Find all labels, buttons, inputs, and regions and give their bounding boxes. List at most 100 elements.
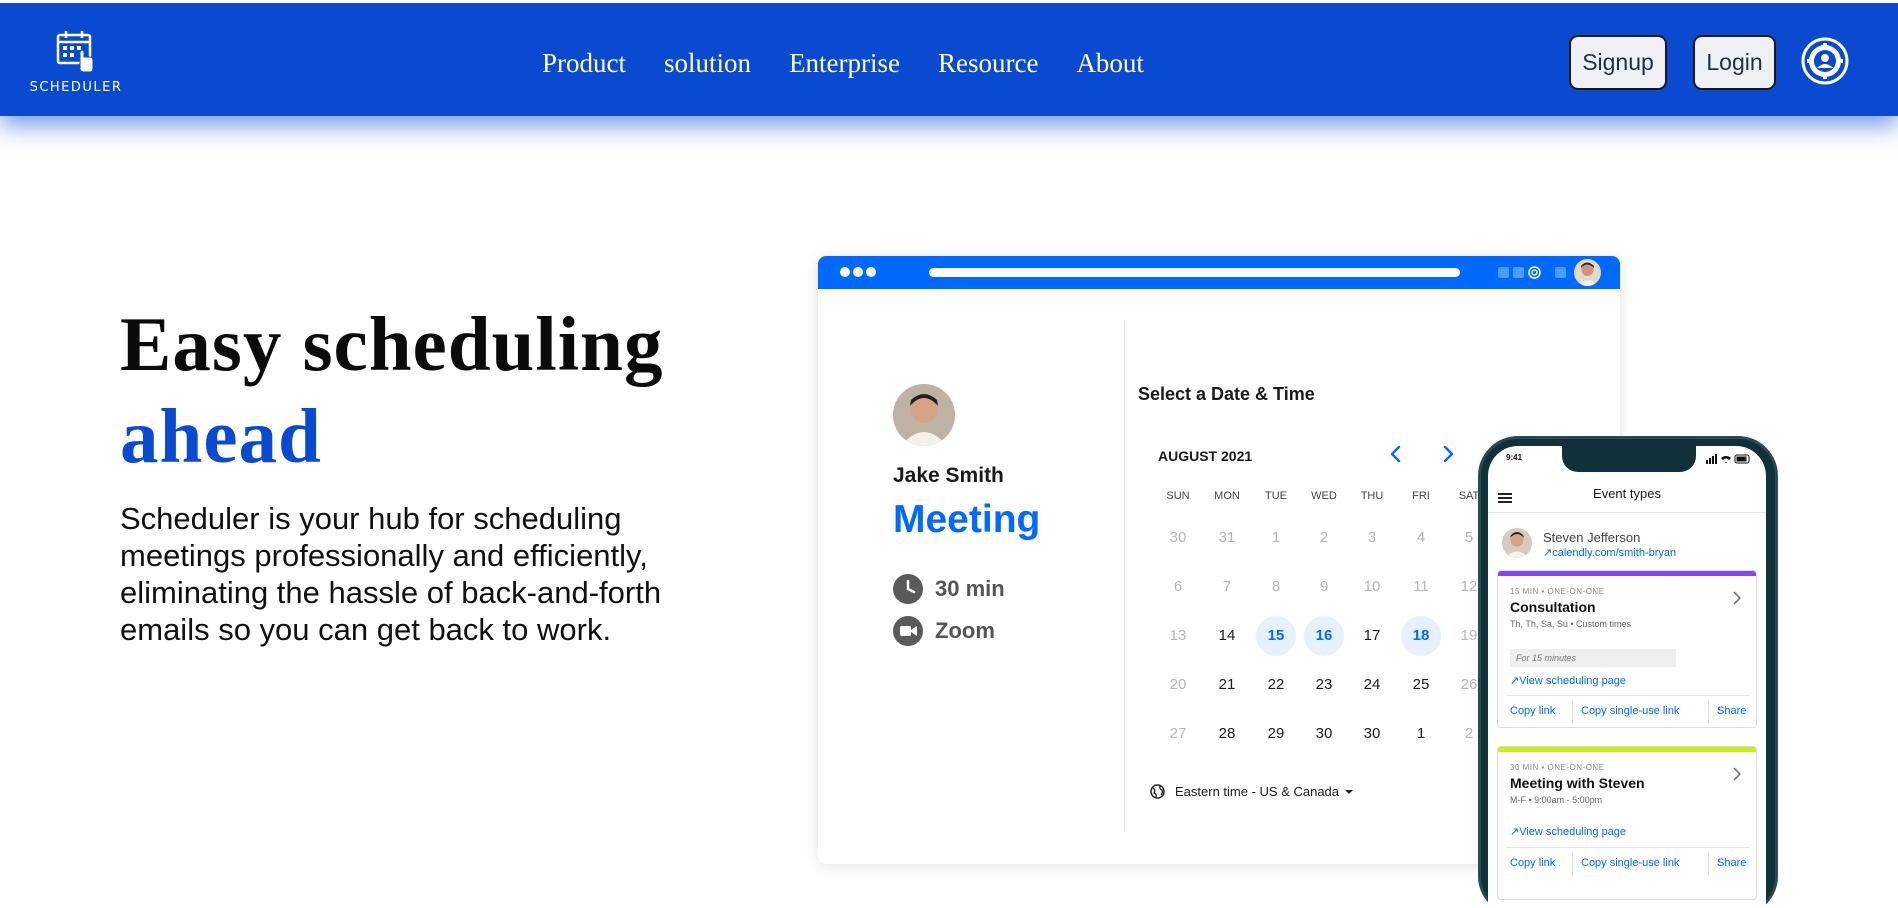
calendar-day: 31 [1218,529,1236,546]
calendar-day: 17 [1363,627,1381,644]
chevron-right-icon[interactable] [1730,589,1744,607]
card-subtitle: Th, Th, Sa, Su • Custom times [1510,619,1632,629]
copy-link-button[interactable]: Copy link [1510,705,1555,717]
duration-row: 30 min [893,574,1005,604]
event-type-card[interactable]: 15 MIN • ONE-ON-ONE Consultation Th, Th,… [1497,570,1757,728]
browser-toolbar [818,256,1620,289]
globe-icon [1150,784,1165,799]
calendar-day: 13 [1169,627,1187,644]
window-dot [853,267,863,277]
location-text: Zoom [935,618,995,643]
login-button[interactable]: Login [1693,35,1776,90]
nav-links: Product solution Enterprise Resource Abo… [542,43,1182,83]
month-label: AUGUST 2021 [1158,448,1253,464]
calendar-day: 20 [1169,676,1187,693]
hero-title-accent: ahead [120,393,322,479]
event-name: Meeting [893,498,1041,541]
calendar-day: 25 [1412,676,1430,693]
status-bar-icons [1706,454,1750,464]
view-scheduling-page-link[interactable]: ↗View scheduling page [1510,825,1626,838]
window-dot [866,267,876,277]
card-color-bar [1498,747,1756,752]
divider [1488,512,1766,513]
user-link[interactable]: ↗calendly.com/smith-bryan [1543,546,1676,559]
calendly-logo-icon [1528,266,1541,279]
timezone-selector[interactable]: Eastern time - US & Canada [1150,784,1354,799]
divider [1572,853,1573,875]
divider [1708,853,1709,875]
chevron-left-icon[interactable] [1384,442,1408,466]
event-type-card[interactable]: 30 MIN • ONE-ON-ONE Meeting with Steven … [1497,746,1757,900]
phone-notch [1562,446,1696,472]
card-kicker: 30 MIN • ONE-ON-ONE [1510,763,1605,772]
view-scheduling-page-link[interactable]: ↗View scheduling page [1510,674,1626,687]
calendar-day: 2 [1319,529,1329,546]
host-avatar [893,384,955,446]
calendar-day: 28 [1218,725,1236,742]
calendar-day: 21 [1218,676,1236,693]
copy-link-button[interactable]: Copy link [1510,857,1555,869]
toolbar-avatar [1574,259,1601,286]
copy-single-use-link-button[interactable]: Copy single-use link [1581,705,1679,717]
clock-icon [893,574,923,604]
phone-time: 9:41 [1506,453,1523,462]
hero-title: Easy scheduling ahead [120,298,760,482]
calendar-day: 6 [1173,578,1183,595]
external-link-icon: ↗ [1510,675,1520,687]
calendar-day-available[interactable]: 18 [1401,616,1441,656]
calendar-day: 1 [1271,529,1281,546]
calendar-day: 23 [1315,676,1333,693]
toolbar-square-icon [1513,267,1524,278]
nav-link-about[interactable]: About [1076,43,1144,83]
calendar-day: 30 [1169,529,1187,546]
card-kicker: 15 MIN • ONE-ON-ONE [1510,587,1605,596]
copy-single-use-link-button[interactable]: Copy single-use link [1581,857,1679,869]
calendar-day: 27 [1169,725,1187,742]
card-title: Consultation [1510,599,1596,615]
calendar-day: 30 [1363,725,1381,742]
card-color-bar [1498,571,1756,576]
divider [1506,847,1750,848]
calendar-logo-icon [56,31,94,73]
nav-link-solution[interactable]: solution [664,43,751,83]
calendar-day: 14 [1218,627,1236,644]
chevron-right-icon[interactable] [1730,765,1744,783]
share-button[interactable]: Share [1717,857,1746,869]
calendar-day: 4 [1416,529,1426,546]
calendar-day-available[interactable]: 15 [1256,616,1296,656]
calendar-day: 30 [1315,725,1333,742]
calendar-day-available[interactable]: 16 [1304,616,1344,656]
calendar-day: 10 [1363,578,1381,595]
navbar: SCHEDULER Product solution Enterprise Re… [0,0,1898,116]
address-bar [929,268,1460,277]
view-scheduling-page-text: View scheduling page [1519,826,1627,838]
calendar-day: 1 [1416,725,1426,742]
divider [1572,701,1573,723]
person-icon [1505,532,1529,558]
user-avatar [1502,528,1532,558]
user-settings-icon[interactable] [1801,37,1849,85]
external-link-icon: ↗ [1543,547,1553,559]
nav-link-enterprise[interactable]: Enterprise [789,43,900,83]
weekday-label: FRI [1412,490,1430,502]
share-button[interactable]: Share [1717,705,1746,717]
logo[interactable]: SCHEDULER [26,25,126,97]
calendar-day: 7 [1222,578,1232,595]
toolbar-square-icon [1555,267,1566,278]
nav-link-product[interactable]: Product [542,43,626,83]
nav-link-resource[interactable]: Resource [938,43,1038,83]
calendar-day: 9 [1319,578,1329,595]
person-icon [1577,262,1598,286]
weekday-label: MON [1214,490,1240,502]
person-icon [893,384,955,446]
chevron-right-icon[interactable] [1436,442,1460,466]
divider [1506,695,1750,696]
hero-description: Scheduler is your hub for scheduling mee… [120,501,662,647]
calendar-day: 3 [1367,529,1377,546]
user-link-text: calendly.com/smith-bryan [1552,547,1677,559]
signup-button[interactable]: Signup [1569,35,1667,90]
phone-page-title: Event types [1593,486,1661,501]
duration-text: 30 min [935,576,1005,601]
column-divider [1124,321,1125,831]
card-actions: Copy link Copy single-use link Share [1498,701,1756,725]
